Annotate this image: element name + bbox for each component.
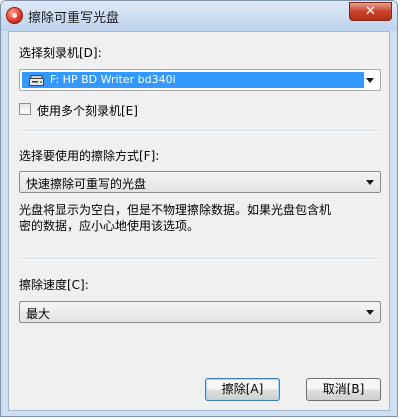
close-icon: ✕ <box>365 4 376 19</box>
recorder-selected-text: F: HP BD Writer bd340i <box>50 73 176 86</box>
speed-select[interactable]: 最大 <box>19 301 381 323</box>
cancel-button[interactable]: 取消[B] <box>306 378 381 401</box>
recorder-label: 选择刻录机[D]: <box>19 46 102 60</box>
title-bar[interactable]: 擦除可重写光盘 ✕ <box>1 1 397 31</box>
erase-button[interactable]: 擦除[A] <box>205 378 280 401</box>
description-line-1: 光盘将显示为空白，但是不物理擦除数据。如果光盘包含机 <box>19 203 332 217</box>
section-divider <box>19 130 381 132</box>
dialog-body: 选择刻录机[D]: F: HP BD Writer bd340i 使用多个刻录机… <box>8 31 390 411</box>
optical-drive-icon <box>29 75 44 86</box>
disc-burner-icon <box>6 7 23 24</box>
chevron-down-icon[interactable] <box>366 180 374 185</box>
close-button[interactable]: ✕ <box>349 2 392 21</box>
multi-recorder-checkbox[interactable] <box>19 103 31 115</box>
erase-mode-selected-text: 快速擦除可重写的光盘 <box>26 177 147 191</box>
description-line-2: 密的数据，应小心地使用该选项。 <box>19 219 200 233</box>
erase-disc-dialog: 擦除可重写光盘 ✕ 选择刻录机[D]: F: HP BD Writer bd34… <box>0 0 398 417</box>
speed-label: 擦除速度[C]: <box>19 278 89 292</box>
window-title: 擦除可重写光盘 <box>28 11 120 26</box>
speed-selected-text: 最大 <box>26 307 51 321</box>
erase-mode-description: 光盘将显示为空白，但是不物理擦除数据。如果光盘包含机 密的数据，应小心地使用该选… <box>19 202 381 234</box>
section-divider <box>19 258 381 260</box>
erase-mode-label: 选择要使用的擦除方式[F]: <box>19 149 160 163</box>
multi-recorder-label[interactable]: 使用多个刻录机[E] <box>37 102 138 119</box>
recorder-selected-option: F: HP BD Writer bd340i <box>22 72 364 88</box>
erase-mode-select[interactable]: 快速擦除可重写的光盘 <box>19 171 381 193</box>
chevron-down-icon[interactable] <box>366 310 374 315</box>
recorder-select[interactable]: F: HP BD Writer bd340i <box>19 69 381 91</box>
chevron-down-icon[interactable] <box>366 78 374 83</box>
